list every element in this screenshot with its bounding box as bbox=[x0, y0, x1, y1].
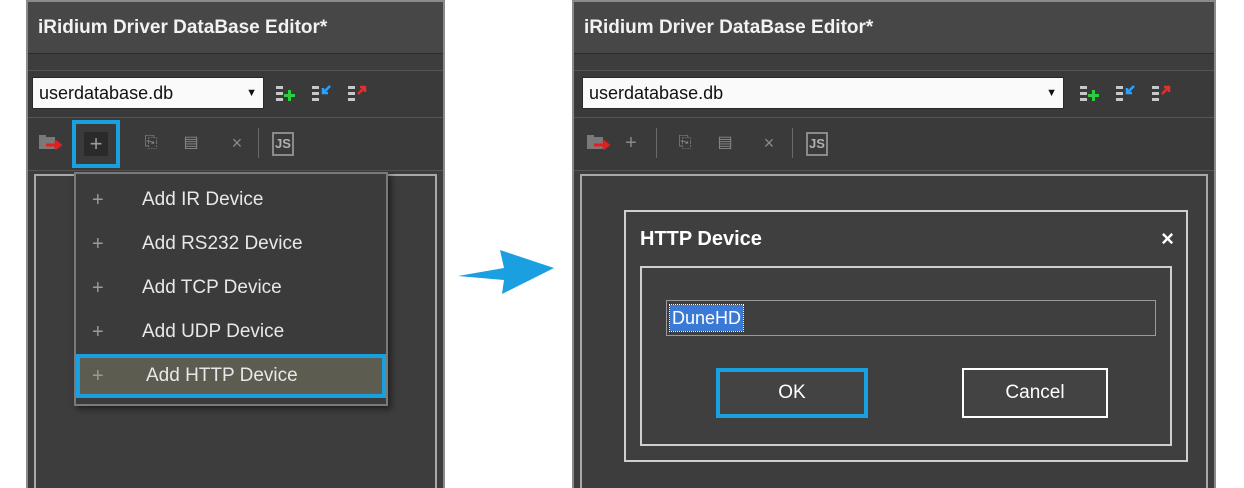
js-script-button[interactable]: JS bbox=[806, 132, 828, 156]
ok-button[interactable]: OK bbox=[716, 368, 868, 418]
device-name-value: DuneHD bbox=[668, 304, 745, 332]
close-icon[interactable]: × bbox=[224, 130, 250, 156]
menu-item-label: Add IR Device bbox=[142, 189, 264, 210]
window-title: iRidium Driver DataBase Editor* bbox=[28, 2, 443, 54]
plus-icon[interactable]: + bbox=[618, 130, 644, 156]
export-database-icon[interactable] bbox=[1150, 83, 1172, 105]
menu-item-add-udp-device[interactable]: + Add UDP Device bbox=[76, 310, 386, 354]
menu-item-add-ir-device[interactable]: + Add IR Device bbox=[76, 178, 386, 222]
plus-icon: + bbox=[92, 277, 104, 299]
dialog-body: DuneHD OK Cancel bbox=[640, 266, 1172, 446]
toolbar-separator bbox=[258, 128, 259, 158]
chevron-down-icon[interactable]: ▼ bbox=[1046, 78, 1057, 108]
menu-item-add-rs232-device[interactable]: + Add RS232 Device bbox=[76, 222, 386, 266]
menu-item-label: Add UDP Device bbox=[142, 321, 285, 342]
js-script-button[interactable]: JS bbox=[272, 132, 294, 156]
menu-item-label: Add RS232 Device bbox=[142, 233, 303, 254]
device-name-input[interactable]: DuneHD bbox=[666, 300, 1156, 336]
toolbar: + ⎘ ▤ × JS bbox=[574, 118, 1214, 171]
add-device-button[interactable]: + bbox=[72, 120, 120, 168]
arrow-right-icon bbox=[458, 250, 554, 294]
menu-item-label: Add HTTP Device bbox=[146, 365, 298, 386]
paste-icon[interactable]: ▤ bbox=[712, 130, 738, 156]
menu-item-add-tcp-device[interactable]: + Add TCP Device bbox=[76, 266, 386, 310]
plus-icon: + bbox=[92, 321, 104, 343]
toolbar: + ⎘ ▤ × JS bbox=[28, 118, 443, 171]
plus-icon: + bbox=[84, 132, 108, 156]
database-select[interactable]: userdatabase.db ▼ bbox=[32, 77, 264, 109]
close-icon[interactable]: × bbox=[756, 130, 782, 156]
export-database-icon[interactable] bbox=[346, 83, 368, 105]
http-device-dialog: HTTP Device × DuneHD OK Cancel bbox=[624, 210, 1188, 462]
menu-item-label: Add TCP Device bbox=[142, 277, 282, 298]
plus-icon: + bbox=[92, 233, 104, 255]
close-icon[interactable]: × bbox=[1161, 226, 1174, 252]
left-editor-window: iRidium Driver DataBase Editor* userdata… bbox=[26, 0, 445, 488]
plus-icon: + bbox=[92, 189, 104, 211]
copy-icon[interactable]: ⎘ bbox=[138, 130, 164, 156]
toolbar-separator bbox=[656, 128, 657, 158]
menu-item-add-http-device[interactable]: + Add HTTP Device bbox=[76, 354, 386, 398]
add-database-icon[interactable] bbox=[1078, 83, 1100, 105]
add-database-icon[interactable] bbox=[274, 83, 296, 105]
toolbar-separator bbox=[792, 128, 793, 158]
delete-folder-icon[interactable] bbox=[584, 130, 610, 156]
import-database-icon[interactable] bbox=[310, 83, 332, 105]
database-select-value: userdatabase.db bbox=[589, 83, 724, 103]
chevron-down-icon[interactable]: ▼ bbox=[246, 78, 257, 108]
dialog-title: HTTP Device bbox=[640, 228, 762, 250]
database-row: userdatabase.db ▼ bbox=[574, 70, 1214, 118]
database-select-value: userdatabase.db bbox=[39, 83, 174, 103]
database-row: userdatabase.db ▼ bbox=[28, 70, 443, 118]
import-database-icon[interactable] bbox=[1114, 83, 1136, 105]
cancel-button[interactable]: Cancel bbox=[962, 368, 1108, 418]
database-select[interactable]: userdatabase.db ▼ bbox=[582, 77, 1064, 109]
delete-folder-icon[interactable] bbox=[36, 130, 62, 156]
copy-icon[interactable]: ⎘ bbox=[672, 130, 698, 156]
paste-icon[interactable]: ▤ bbox=[178, 130, 204, 156]
plus-icon: + bbox=[92, 365, 104, 387]
window-title: iRidium Driver DataBase Editor* bbox=[574, 2, 1214, 54]
right-editor-window: iRidium Driver DataBase Editor* userdata… bbox=[572, 0, 1216, 488]
add-device-menu: + Add IR Device + Add RS232 Device + Add… bbox=[74, 172, 388, 406]
